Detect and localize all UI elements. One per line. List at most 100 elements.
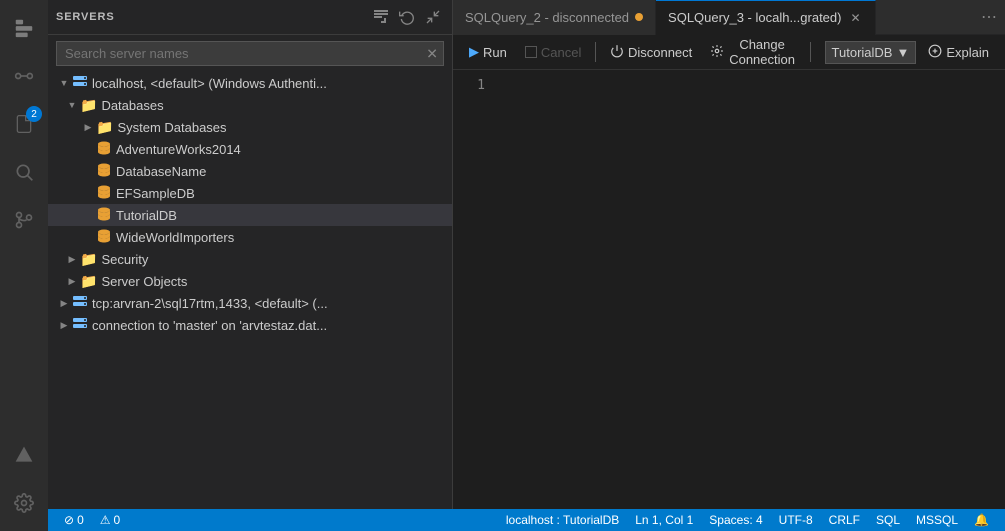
tab2-close-icon[interactable]: ✕ bbox=[847, 10, 863, 26]
run-play-icon: ▶ bbox=[469, 44, 479, 60]
tab-more-icon[interactable]: ⋯ bbox=[973, 7, 1005, 27]
databases-folder-icon: 📁 bbox=[80, 97, 97, 114]
tab-sqlquery3[interactable]: SQLQuery_3 - localh...grated) ✕ bbox=[656, 0, 876, 35]
status-line-ending-label: CRLF bbox=[829, 513, 860, 527]
git-icon[interactable] bbox=[0, 196, 48, 244]
systemdbs-label: System Databases bbox=[117, 120, 226, 135]
server3-icon bbox=[72, 316, 88, 335]
server1-icon bbox=[72, 74, 88, 93]
tree-item-tutorialdb[interactable]: TutorialDB bbox=[48, 204, 452, 226]
serverobjects-label: Server Objects bbox=[101, 274, 187, 289]
editor-body[interactable]: 1 bbox=[453, 70, 1005, 531]
wideworldimporters-label: WideWorldImporters bbox=[116, 230, 234, 245]
arrow-server1 bbox=[56, 75, 72, 91]
sidebar-header: SERVERS bbox=[48, 0, 452, 35]
status-spaces[interactable]: Spaces: 4 bbox=[701, 509, 770, 531]
status-position-label: Ln 1, Col 1 bbox=[635, 513, 693, 527]
arrow-systemdbs bbox=[80, 119, 96, 135]
tutorialdb-label: TutorialDB bbox=[116, 208, 177, 223]
status-warning-count: 0 bbox=[114, 513, 121, 527]
tutorialdb-icon bbox=[96, 206, 112, 225]
tree-item-wideworldimporters[interactable]: WideWorldImporters bbox=[48, 226, 452, 248]
server2-label: tcp:arvran-2\sql17rtm,1433, <default> (.… bbox=[92, 296, 328, 311]
bell-icon: 🔔 bbox=[974, 513, 989, 527]
tree-item-databasename[interactable]: DatabaseName bbox=[48, 160, 452, 182]
tree-item-efsampledb[interactable]: EFSampleDB bbox=[48, 182, 452, 204]
arrow-server2 bbox=[56, 295, 72, 311]
deploy-icon[interactable] bbox=[0, 431, 48, 479]
main-layout: SERVERS bbox=[48, 0, 1005, 531]
tree-item-security[interactable]: 📁 Security bbox=[48, 248, 452, 270]
new-query-icon[interactable] bbox=[370, 6, 392, 28]
status-notifications[interactable]: 🔔 bbox=[966, 509, 997, 531]
sidebar: SERVERS bbox=[48, 0, 453, 531]
status-error-count: 0 bbox=[77, 513, 84, 527]
tab1-label: SQLQuery_2 - disconnected bbox=[465, 10, 629, 25]
cancel-label: Cancel bbox=[541, 45, 581, 60]
server2-icon bbox=[72, 294, 88, 313]
sidebar-icons bbox=[370, 6, 444, 28]
status-line-ending[interactable]: CRLF bbox=[821, 509, 868, 531]
status-left: ⊘ 0 ⚠ 0 bbox=[56, 509, 128, 531]
arrow-databases bbox=[64, 97, 80, 113]
wideworldimporters-icon bbox=[96, 228, 112, 247]
tree-item-systemdbs[interactable]: 📁 System Databases bbox=[48, 116, 452, 138]
search-input[interactable] bbox=[56, 41, 444, 66]
connect-icon[interactable] bbox=[0, 52, 48, 100]
efsampledb-icon bbox=[96, 184, 112, 203]
status-warning-icon: ⚠ bbox=[100, 513, 111, 527]
status-bar: ⊘ 0 ⚠ 0 localhost : TutorialDB Ln 1, Col… bbox=[0, 509, 1005, 531]
explain-icon bbox=[928, 44, 942, 61]
databases-label: Databases bbox=[101, 98, 163, 113]
tree-item-databases[interactable]: 📁 Databases bbox=[48, 94, 452, 116]
tree-item-server3[interactable]: connection to 'master' on 'arvtestaz.dat… bbox=[48, 314, 452, 336]
explain-button[interactable]: Explain bbox=[920, 41, 997, 64]
disconnect-icon bbox=[610, 44, 624, 61]
status-encoding-label: UTF-8 bbox=[779, 513, 813, 527]
search-clear-icon[interactable]: ✕ bbox=[426, 45, 438, 62]
status-warning-item[interactable]: ⚠ 0 bbox=[92, 509, 128, 531]
adventureworks-label: AdventureWorks2014 bbox=[116, 142, 241, 157]
disconnect-button[interactable]: Disconnect bbox=[602, 41, 700, 64]
run-label: Run bbox=[483, 45, 507, 60]
search-activity-icon[interactable] bbox=[0, 148, 48, 196]
line-numbers: 1 bbox=[453, 70, 493, 531]
collapse-icon[interactable] bbox=[422, 6, 444, 28]
tab2-label: SQLQuery_3 - localh...grated) bbox=[668, 10, 841, 25]
tree-item-server2[interactable]: tcp:arvran-2\sql17rtm,1433, <default> (.… bbox=[48, 292, 452, 314]
disconnect-label: Disconnect bbox=[628, 45, 692, 60]
tab-bar: SQLQuery_2 - disconnected SQLQuery_3 - l… bbox=[453, 0, 1005, 35]
settings-icon[interactable] bbox=[0, 479, 48, 527]
change-connection-button[interactable]: Change Connection bbox=[702, 34, 804, 70]
editor-content[interactable] bbox=[493, 70, 1005, 531]
efsampledb-label: EFSampleDB bbox=[116, 186, 195, 201]
explorer-icon[interactable] bbox=[0, 4, 48, 52]
tree-item-serverobjects[interactable]: 📁 Server Objects bbox=[48, 270, 452, 292]
cancel-button[interactable]: Cancel bbox=[517, 42, 589, 63]
tab-sqlquery2[interactable]: SQLQuery_2 - disconnected bbox=[453, 0, 656, 35]
status-encoding[interactable]: UTF-8 bbox=[771, 509, 821, 531]
db-name: TutorialDB bbox=[832, 45, 893, 60]
db-selector[interactable]: TutorialDB ▼ bbox=[825, 41, 917, 64]
status-language[interactable]: SQL bbox=[868, 509, 908, 531]
systemdbs-icon: 📁 bbox=[96, 119, 113, 136]
status-connection[interactable]: localhost : TutorialDB bbox=[498, 509, 627, 531]
status-dialect[interactable]: MSSQL bbox=[908, 509, 966, 531]
explain-label: Explain bbox=[946, 45, 989, 60]
arrow-serverobjects bbox=[64, 273, 80, 289]
toolbar-separator-2 bbox=[810, 42, 811, 62]
tree-container[interactable]: localhost, <default> (Windows Authenti..… bbox=[48, 72, 452, 531]
status-error-item[interactable]: ⊘ 0 bbox=[56, 509, 92, 531]
status-position[interactable]: Ln 1, Col 1 bbox=[627, 509, 701, 531]
status-right: localhost : TutorialDB Ln 1, Col 1 Space… bbox=[498, 509, 997, 531]
refresh-icon[interactable] bbox=[396, 6, 418, 28]
db-dropdown-icon: ▼ bbox=[896, 45, 909, 60]
status-spaces-label: Spaces: 4 bbox=[709, 513, 762, 527]
toolbar-separator-1 bbox=[595, 42, 596, 62]
change-connection-icon bbox=[710, 44, 724, 61]
file-icon[interactable]: 2 bbox=[0, 100, 48, 148]
run-button[interactable]: ▶ Run bbox=[461, 41, 515, 63]
toolbar: ▶ Run Cancel Disconnect bbox=[453, 35, 1005, 70]
tree-item-adventureworks[interactable]: AdventureWorks2014 bbox=[48, 138, 452, 160]
tree-item-server1[interactable]: localhost, <default> (Windows Authenti..… bbox=[48, 72, 452, 94]
